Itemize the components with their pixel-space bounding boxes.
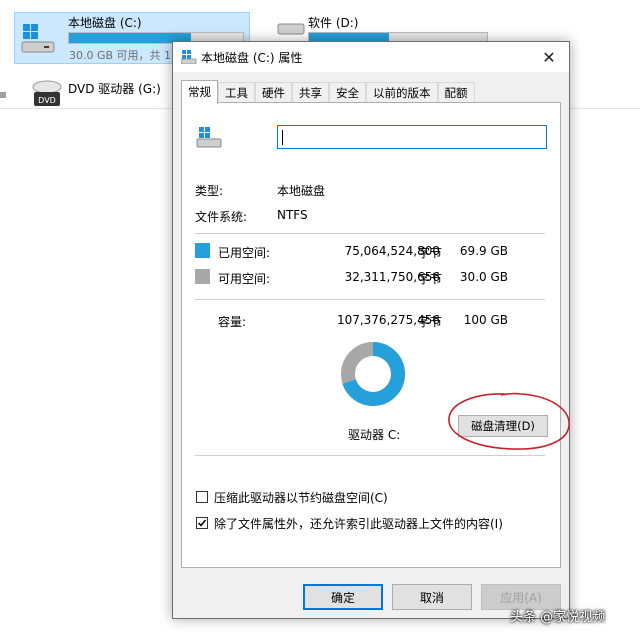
index-checkbox[interactable] (196, 517, 208, 529)
tab-strip: 常规 工具 硬件 共享 安全 以前的版本 配额 (181, 80, 475, 104)
tab-previous-versions[interactable]: 以前的版本 (366, 82, 438, 102)
drive-letter-label: 驱动器 C: (348, 428, 401, 442)
tab-quota[interactable]: 配额 (437, 82, 475, 102)
divider-middle (195, 299, 545, 300)
general-panel: 类型: 本地磁盘 文件系统: NTFS 已用空间: 75,064,524,800… (181, 102, 561, 568)
drive-c-free-text: 30.0 GB 可用，共 1 (69, 49, 172, 62)
properties-dialog: 本地磁盘 (C:) 属性 ✕ 常规 工具 硬件 共享 安全 以前的版本 配额 类… (172, 41, 570, 619)
divider-top (195, 233, 545, 234)
drive-c-name: 本地磁盘 (C:) (68, 16, 142, 30)
free-space-unit: 字节 (418, 272, 443, 286)
tab-hardware[interactable]: 硬件 (255, 82, 292, 102)
used-space-unit: 字节 (418, 246, 443, 260)
filesystem-label: 文件系统: (195, 210, 248, 224)
used-space-swatch (195, 243, 210, 258)
drive-name-input[interactable] (277, 125, 547, 149)
free-space-swatch (195, 269, 210, 284)
dialog-titlebar[interactable]: 本地磁盘 (C:) 属性 ✕ (173, 42, 569, 72)
free-space-size: 30.0 GB (459, 270, 508, 284)
svg-text:DVD: DVD (38, 96, 56, 105)
watermark-text: 头条 @家悦视频 (510, 610, 606, 625)
capacity-unit: 字节 (418, 315, 443, 329)
drive-d-name: 软件 (D:) (308, 16, 359, 30)
divider-bottom (195, 455, 545, 456)
windows-drive-icon (21, 24, 55, 53)
text-caret (282, 130, 283, 145)
dialog-title: 本地磁盘 (C:) 属性 (201, 51, 303, 65)
tab-sharing[interactable]: 共享 (292, 82, 329, 102)
drive-g-name: DVD 驱动器 (G:) (68, 82, 161, 96)
drive-title-icon (181, 50, 197, 64)
dvd-drive-icon: DVD (32, 80, 62, 106)
close-button[interactable]: ✕ (529, 42, 569, 72)
type-label: 类型: (195, 184, 224, 198)
tab-tools[interactable]: 工具 (218, 82, 255, 102)
scroll-marker (0, 92, 6, 98)
index-label[interactable]: 除了文件属性外，还允许索引此驱动器上文件的内容(I) (214, 515, 503, 532)
compress-label[interactable]: 压缩此驱动器以节约磁盘空间(C) (214, 489, 388, 506)
capacity-label: 容量: (218, 315, 247, 329)
checkmark-icon (197, 519, 207, 527)
type-value: 本地磁盘 (277, 184, 326, 198)
tab-general[interactable]: 常规 (181, 80, 218, 104)
free-space-label: 可用空间: (218, 272, 271, 286)
tab-security[interactable]: 安全 (329, 82, 366, 102)
cancel-button[interactable]: 取消 (392, 584, 472, 610)
ok-button[interactable]: 确定 (303, 584, 383, 610)
drive-large-icon (196, 127, 222, 148)
drive-d-icon (277, 23, 305, 35)
used-space-label: 已用空间: (218, 246, 271, 260)
filesystem-value: NTFS (277, 208, 308, 222)
usage-donut-chart (341, 342, 405, 406)
disk-cleanup-button[interactable]: 磁盘清理(D) (458, 415, 548, 437)
used-space-size: 69.9 GB (459, 244, 508, 258)
close-icon: ✕ (542, 47, 556, 67)
compress-checkbox[interactable] (196, 491, 208, 503)
capacity-size: 100 GB (463, 313, 508, 327)
